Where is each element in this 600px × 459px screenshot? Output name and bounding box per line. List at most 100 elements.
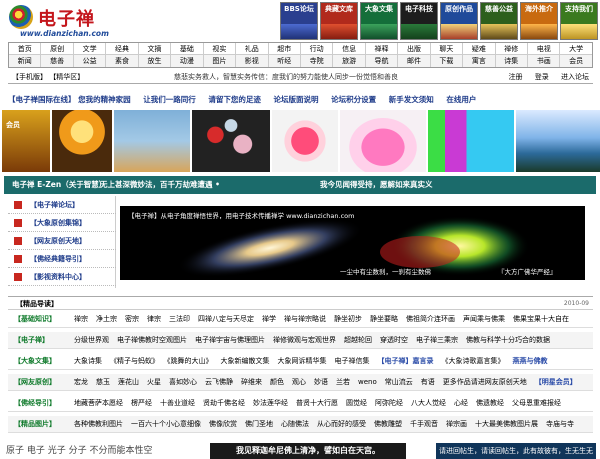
banner-library[interactable]: 典藏文库: [320, 2, 358, 40]
guide-link[interactable]: 父母恩重难报经: [512, 399, 561, 407]
guide-link[interactable]: 大象新编散文集: [221, 357, 270, 365]
mobile-version-link[interactable]: 【手机版】 【精华区】: [12, 70, 84, 84]
guide-link[interactable]: 《跳舞的大山》: [167, 357, 213, 365]
guide-link[interactable]: 有语: [421, 378, 435, 386]
guide-link[interactable]: 电子禅三乘宗: [416, 336, 458, 344]
guide-link[interactable]: 禅宗画: [446, 420, 467, 428]
guide-link[interactable]: 八大人觉经: [411, 399, 446, 407]
guide-link[interactable]: 常山流云: [385, 378, 413, 386]
guide-link[interactable]: 圆觉经: [346, 399, 367, 407]
nav-link[interactable]: 基础: [171, 43, 204, 54]
nav-link[interactable]: 禅释: [366, 43, 399, 54]
guide-link[interactable]: 燕燕与佛教: [513, 357, 548, 365]
guide-link[interactable]: 大象网诉精华集: [278, 357, 327, 365]
banner-collection[interactable]: 大象文集: [360, 2, 398, 40]
nav-link[interactable]: 会员: [560, 55, 591, 67]
nav-link[interactable]: 经典: [106, 43, 139, 54]
banner-tech[interactable]: 电子科技: [400, 2, 438, 40]
guide-link[interactable]: 喜如妙心: [169, 378, 197, 386]
guide-row-label[interactable]: 【基础知识】: [14, 311, 56, 327]
guide-row-label[interactable]: 【网友原创】: [14, 374, 56, 390]
photo-graphic[interactable]: [428, 110, 514, 172]
nav-link[interactable]: 图片: [204, 55, 237, 67]
guide-link[interactable]: 佛教雕塑: [374, 420, 402, 428]
walk-together-link[interactable]: 让我们一路同行: [143, 95, 196, 104]
login-link[interactable]: 登录: [535, 73, 549, 81]
banner-overseas[interactable]: 海外推介: [520, 2, 558, 40]
register-link[interactable]: 注册: [509, 73, 523, 81]
guide-link[interactable]: 佛遗教经: [476, 399, 504, 407]
guide-link[interactable]: 普贤十大行愿: [296, 399, 338, 407]
guide-link[interactable]: 佛果宝果十大自在: [513, 315, 569, 323]
guide-link[interactable]: 兰若: [336, 378, 350, 386]
guide-link[interactable]: 《大象诗歌嘉言集》: [442, 357, 505, 365]
photo-landscape[interactable]: [516, 110, 600, 172]
online-users-link[interactable]: 在线用户: [446, 95, 476, 104]
nav-link[interactable]: 新闻: [9, 55, 42, 67]
site-logo-text[interactable]: 电子禅: [38, 5, 95, 31]
guide-link[interactable]: 阿弥陀经: [375, 399, 403, 407]
guide-link[interactable]: 火星: [147, 378, 161, 386]
nav-link[interactable]: 超市: [269, 43, 301, 54]
guide-link[interactable]: 地藏菩萨本愿经: [74, 399, 123, 407]
guide-row-label[interactable]: 【精品图片】: [14, 416, 56, 432]
guide-link[interactable]: 佛教与科学十分巧合的数据: [466, 336, 550, 344]
photo-lotus[interactable]: [340, 110, 426, 172]
nav-link[interactable]: 原创: [41, 43, 74, 54]
nav-link[interactable]: 礼品: [236, 43, 269, 54]
nav-link[interactable]: 禅修: [496, 43, 528, 54]
newbie-rules-link[interactable]: 新手发文须知: [389, 95, 434, 104]
guide-row-label[interactable]: 【佛经导引】: [14, 395, 56, 411]
guide-link[interactable]: 颜色: [270, 378, 284, 386]
guide-link[interactable]: 贤劫千佛名经: [203, 399, 245, 407]
guide-link[interactable]: 电子禅宇宙与佛理图片: [195, 336, 265, 344]
left-menu-item[interactable]: 【佛经典籍导引】: [8, 250, 116, 268]
leave-footprint-link[interactable]: 请留下您的足迹: [208, 95, 261, 104]
guide-link[interactable]: 三法印: [169, 315, 190, 323]
guide-row-label[interactable]: 【电子禅】: [14, 332, 49, 348]
guide-link[interactable]: 一百六十个小心意细像: [131, 420, 201, 428]
featured-galaxy-image[interactable]: 【电子禅】从电子角度禅悟世界，用电子技术传播禅学 www.dianzichan.…: [120, 206, 585, 280]
guide-link[interactable]: 慈玉: [96, 378, 110, 386]
nav-link[interactable]: 文学: [74, 43, 107, 54]
guide-link[interactable]: 心随佛法: [281, 420, 309, 428]
guide-link[interactable]: 大象诗集: [74, 357, 102, 365]
nav-link[interactable]: 视实: [204, 43, 237, 54]
logo-emblem[interactable]: [9, 5, 33, 29]
nav-link[interactable]: 听经: [269, 55, 301, 67]
guide-link[interactable]: 禅学: [262, 315, 276, 323]
guide-link[interactable]: 净土宗: [96, 315, 117, 323]
guide-link[interactable]: 云飞佛静: [205, 378, 233, 386]
guide-link[interactable]: 妙语: [314, 378, 328, 386]
left-menu-item[interactable]: 【大象原创集锦】: [8, 214, 116, 232]
nav-link[interactable]: 导航: [366, 55, 399, 67]
guide-link[interactable]: 四禅八定与天尽定: [198, 315, 254, 323]
guide-link[interactable]: 禅宗: [74, 315, 88, 323]
guide-link[interactable]: 禅与禅宗略说: [284, 315, 326, 323]
nav-link[interactable]: 影视: [236, 55, 269, 67]
guide-link[interactable]: 电子禅佛教时空观图片: [117, 336, 187, 344]
guide-link[interactable]: 电子禅信集: [335, 357, 370, 365]
guide-row-label[interactable]: 【大象文集】: [14, 353, 56, 369]
photo-stupa[interactable]: [114, 110, 190, 172]
guide-link[interactable]: 穿透时空: [380, 336, 408, 344]
guide-link[interactable]: 佛祖简介连环画: [406, 315, 455, 323]
points-settings-link[interactable]: 论坛积分设置: [331, 95, 376, 104]
guide-link[interactable]: 声闻乘与佛乘: [463, 315, 505, 323]
guide-link[interactable]: 佛像欣赏: [209, 420, 237, 428]
nav-link[interactable]: 素食: [106, 55, 139, 67]
nav-link[interactable]: 动漫: [171, 55, 204, 67]
nav-link[interactable]: 行动: [301, 43, 334, 54]
guide-link[interactable]: 超越轮回: [344, 336, 372, 344]
guide-link[interactable]: 从心而好的感受: [317, 420, 366, 428]
guide-link[interactable]: 宏龙: [74, 378, 88, 386]
nav-link[interactable]: 文摘: [139, 43, 172, 54]
nav-link[interactable]: 寓言: [463, 55, 496, 67]
guide-link[interactable]: 律宗: [147, 315, 161, 323]
guide-link[interactable]: 《精子与蚂蚁》: [110, 357, 159, 365]
nav-link[interactable]: 信息: [333, 43, 366, 54]
nav-link[interactable]: 下载: [431, 55, 464, 67]
nav-link[interactable]: 聊天: [431, 43, 464, 54]
nav-link[interactable]: 寺院: [301, 55, 334, 67]
forum-home-link[interactable]: 【电子禅国际在线】 您我的精神家园: [8, 95, 131, 104]
